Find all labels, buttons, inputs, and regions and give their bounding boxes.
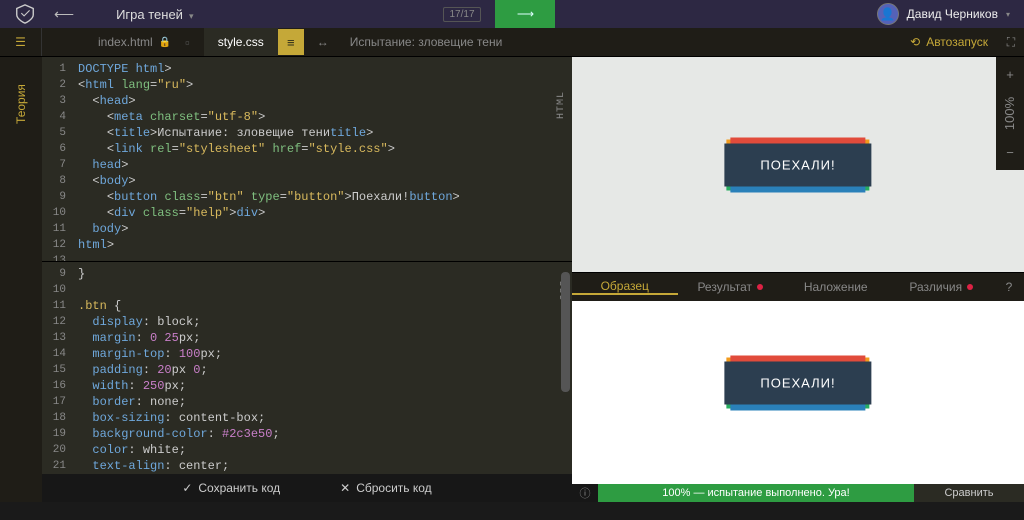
task-title: Испытание: зловещие тени: [350, 35, 503, 49]
status-success: 100% — испытание выполнено. Ура!: [598, 484, 914, 502]
scrollbar-thumb[interactable]: [561, 272, 570, 392]
course-dropdown[interactable]: Игра теней▾: [116, 7, 193, 22]
html-editor[interactable]: HTML 12345678910111213 DOCTYPE html> <ht…: [42, 57, 572, 262]
pane-resize-icon[interactable]: ↔: [310, 28, 336, 56]
info-icon[interactable]: ⓘ: [572, 485, 598, 501]
check-icon: ✓: [182, 481, 192, 495]
back-arrow[interactable]: ⟵: [54, 6, 72, 23]
user-menu[interactable]: 👤 Давид Черников ▾: [877, 3, 1010, 25]
reset-button[interactable]: ✕Сбросить код: [340, 481, 432, 495]
tab-index-html[interactable]: index.html🔒▫: [84, 28, 204, 56]
reference-preview: ПОЕХАЛИ!: [572, 301, 1024, 484]
logo[interactable]: [14, 3, 36, 25]
tab-diff[interactable]: Различия: [889, 280, 995, 294]
theory-sidebar[interactable]: Теория: [0, 57, 42, 502]
progress-badge: 17/17: [443, 7, 480, 22]
username: Давид Черников: [907, 7, 998, 21]
zoom-in[interactable]: +: [1006, 63, 1014, 86]
avatar: 👤: [877, 3, 899, 25]
menu-icon[interactable]: ☰: [0, 28, 42, 56]
fullscreen-icon[interactable]: ⛶: [998, 35, 1024, 50]
zoom-out[interactable]: −: [1006, 141, 1014, 164]
help-icon[interactable]: ?: [994, 280, 1024, 294]
reference-button: ПОЕХАЛИ!: [724, 362, 871, 405]
zoom-value: 100%: [999, 97, 1022, 130]
autorun-toggle[interactable]: ⟲Автозапуск: [910, 35, 988, 49]
tab-sample[interactable]: Образец: [572, 279, 678, 295]
tab-overlay[interactable]: Наложение: [783, 280, 889, 294]
lock-icon: 🔒: [159, 37, 171, 48]
css-editor[interactable]: ↑ CSS 9101112131415161718192021222324252…: [42, 262, 572, 502]
close-icon[interactable]: ▫: [185, 35, 190, 50]
x-icon: ✕: [340, 481, 350, 495]
tab-result[interactable]: Результат: [678, 280, 784, 294]
save-button[interactable]: ✓Сохранить код: [182, 481, 280, 495]
format-icon[interactable]: ≡: [278, 29, 304, 55]
result-preview: ПОЕХАЛИ! + 100% −: [572, 57, 1024, 273]
preview-button: ПОЕХАЛИ!: [724, 143, 871, 186]
theory-label: Теория: [14, 84, 28, 124]
compare-button[interactable]: Сравнить: [914, 484, 1024, 502]
tab-style-css[interactable]: style.css: [204, 28, 278, 56]
next-button[interactable]: ⟶: [495, 0, 555, 28]
